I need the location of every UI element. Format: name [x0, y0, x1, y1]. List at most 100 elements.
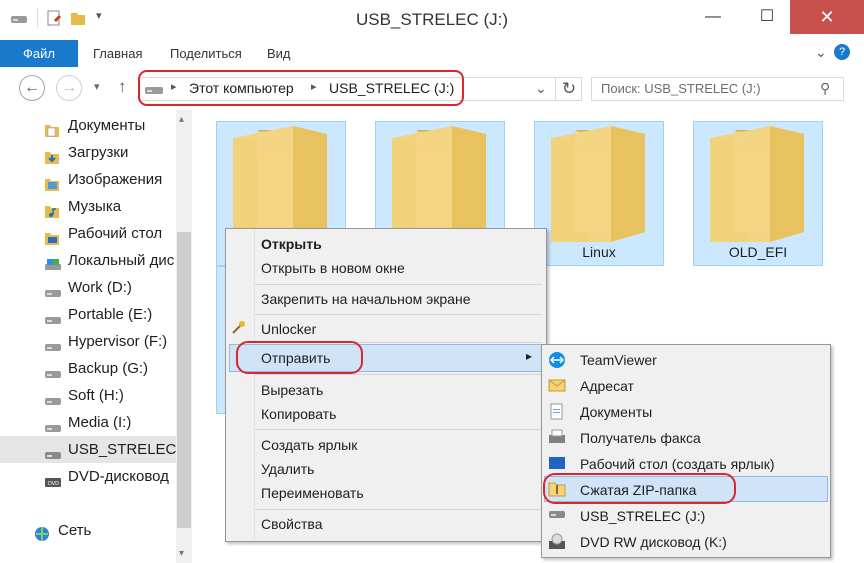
address-dropdown-icon[interactable]: ⌄ [535, 80, 547, 97]
send-to-item[interactable]: TeamViewer [580, 347, 657, 373]
drive-app-icon [10, 12, 28, 24]
send-to-item[interactable]: Документы [580, 399, 652, 425]
mail-recipient-icon [548, 377, 566, 393]
menu-separator [254, 429, 542, 430]
menu-rename[interactable]: Переименовать [261, 481, 364, 505]
sidebar-item[interactable]: Документы [0, 112, 176, 139]
folder-name: OLD_EFI [728, 244, 788, 260]
sidebar-item-label: Локальный дис [68, 252, 175, 269]
send-to-item[interactable]: Получатель факса [580, 425, 701, 451]
sidebar-item[interactable]: Изображения [0, 166, 176, 193]
documents-icon [548, 403, 566, 420]
sidebar-item-label: Документы [68, 117, 146, 134]
sidebar-item-label: Backup (G:) [68, 360, 149, 377]
address-annotation [138, 70, 464, 106]
menu-open[interactable]: Открыть [261, 232, 322, 256]
sidebar-item-label: Загрузки [68, 144, 129, 161]
ribbon-collapse-icon[interactable]: ⌄ [815, 44, 827, 61]
desktop-shortcut-icon [548, 455, 566, 471]
scroll-thumb[interactable] [177, 232, 191, 528]
drive-icon [44, 416, 61, 432]
tab-home[interactable]: Главная [93, 40, 142, 67]
menu-copy[interactable]: Копировать [261, 402, 336, 426]
sidebar-item-label: Изображения [68, 171, 163, 188]
new-folder-icon[interactable] [70, 10, 86, 26]
folder-tile[interactable]: Linux [534, 121, 664, 266]
scroll-down-button[interactable]: ▾ [179, 548, 184, 559]
sidebar-item[interactable]: Soft (H:) [0, 382, 176, 409]
unlocker-icon [231, 319, 247, 335]
menu-separator [254, 314, 542, 315]
sidebar-item[interactable]: Portable (E:) [0, 301, 176, 328]
sidebar-item[interactable]: Музыка [0, 193, 176, 220]
forward-button[interactable]: → [56, 75, 82, 101]
sidebar-item-label: Soft (H:) [68, 387, 124, 404]
svg-text:DVD: DVD [48, 481, 59, 487]
sidebar-item-label: Музыка [68, 198, 122, 215]
folder-icon [392, 126, 486, 242]
zip-annotation [543, 473, 736, 504]
sidebar-item[interactable]: Backup (G:) [0, 355, 176, 382]
sidebar-item[interactable]: Work (D:) [0, 274, 176, 301]
menu-open-new-window[interactable]: Открыть в новом окне [261, 256, 405, 280]
sidebar-item-label: USB_STRELEC (J [68, 441, 176, 458]
maximize-button[interactable]: ☐ [744, 0, 790, 34]
sidebar-item-label: Work (D:) [68, 279, 132, 296]
folder-name: Linux [582, 244, 616, 260]
menu-unlocker[interactable]: Unlocker [261, 317, 316, 341]
sidebar-item[interactable]: Hypervisor (F:) [0, 328, 176, 355]
search-icon: ⚲ [820, 80, 831, 96]
send-to-item[interactable]: DVD RW дисковод (K:) [580, 529, 727, 555]
properties-icon[interactable] [46, 10, 62, 26]
scroll-up-button[interactable]: ▴ [179, 114, 184, 125]
tab-view[interactable]: Вид [267, 40, 291, 67]
quick-access-dropdown[interactable]: ▾ [96, 9, 102, 22]
sidebar-item[interactable]: USB_STRELEC (J [0, 436, 176, 463]
minimize-button[interactable]: — [690, 0, 736, 34]
help-icon[interactable]: ? [834, 44, 850, 60]
menu-properties[interactable]: Свойства [261, 512, 322, 536]
menu-separator [254, 284, 542, 285]
send-to-item[interactable]: USB_STRELEC (J:) [580, 503, 705, 529]
sidebar-item[interactable]: Рабочий стол [0, 220, 176, 247]
menu-delete[interactable]: Удалить [261, 457, 314, 481]
sidebar-item-label: Сеть [58, 522, 92, 539]
menu-separator [254, 374, 542, 375]
tab-file[interactable]: Файл [0, 40, 78, 67]
usb-drive-icon [44, 443, 61, 459]
divider [37, 8, 38, 28]
downloads-icon [44, 146, 60, 164]
sidebar-item[interactable]: Media (I:) [0, 409, 176, 436]
refresh-button[interactable]: ↻ [555, 77, 582, 101]
sidebar-item[interactable]: Сеть [0, 517, 176, 544]
sidebar-item-label: Portable (E:) [68, 306, 153, 323]
folder-tile[interactable]: OLD_EFI [693, 121, 823, 266]
desktop-icon [44, 227, 60, 245]
search-input[interactable]: Поиск: USB_STRELEC (J:) [591, 77, 844, 101]
drive-icon [44, 362, 61, 378]
local-disk-icon [44, 254, 61, 270]
menu-gutter [254, 229, 255, 541]
up-button[interactable]: ↑ [118, 77, 127, 97]
documents-icon [44, 119, 60, 137]
close-button[interactable]: ✕ [790, 0, 864, 34]
music-icon [44, 200, 60, 218]
pictures-icon [44, 173, 60, 191]
sidebar-item-label: Media (I:) [68, 414, 132, 431]
menu-separator [254, 509, 542, 510]
menu-pin-start[interactable]: Закрепить на начальном экране [261, 287, 471, 311]
drive-icon [44, 308, 61, 324]
back-button[interactable]: ← [19, 75, 45, 101]
tab-share[interactable]: Поделиться [170, 40, 242, 67]
fax-icon [548, 429, 566, 445]
sidebar-item[interactable]: Локальный дис [0, 247, 176, 274]
menu-cut[interactable]: Вырезать [261, 378, 323, 402]
submenu-arrow-icon: ▸ [526, 349, 533, 363]
menu-create-shortcut[interactable]: Создать ярлык [261, 433, 357, 457]
sidebar-item[interactable]: DVD DVD-дисковод [0, 463, 176, 490]
recent-locations-button[interactable]: ▾ [94, 80, 100, 93]
usb-drive-icon [548, 507, 566, 523]
send-to-item[interactable]: Адресат [580, 373, 634, 399]
drive-icon [44, 389, 61, 405]
sidebar-item[interactable]: Загрузки [0, 139, 176, 166]
